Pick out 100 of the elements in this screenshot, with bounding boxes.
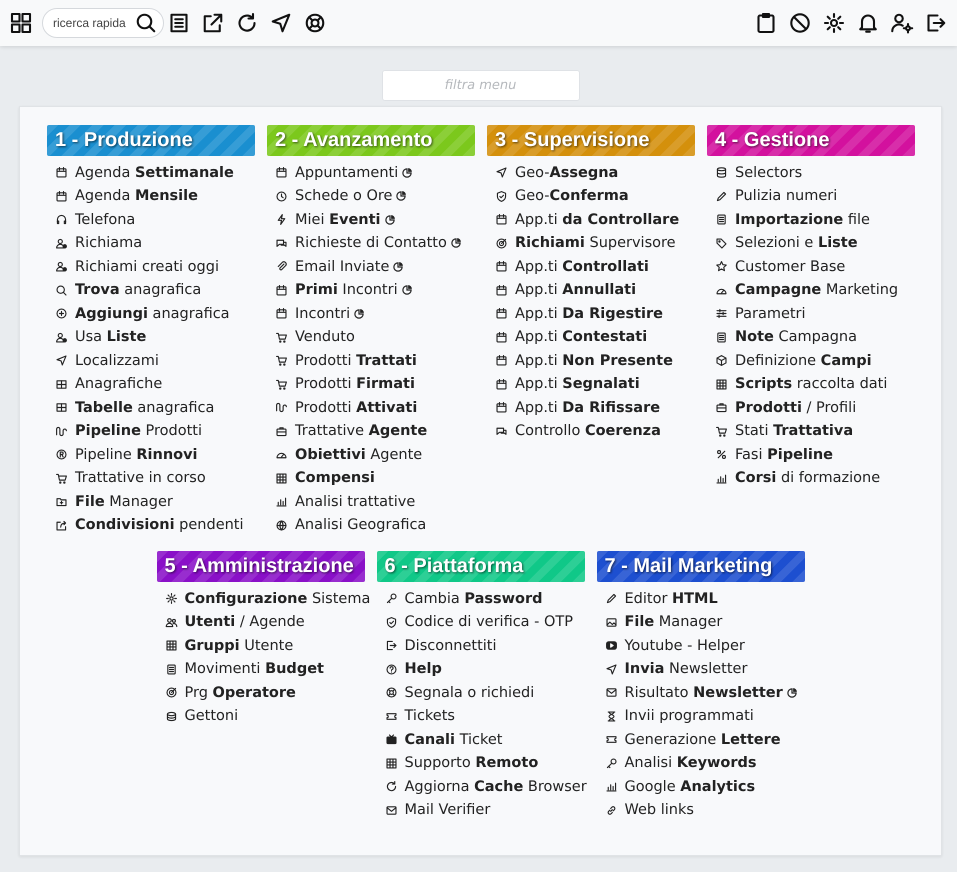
- menu-item[interactable]: Pipeline Prodotti: [75, 423, 202, 440]
- menu-item[interactable]: Agenda Settimanale: [75, 164, 234, 181]
- calendar-icon[interactable]: [495, 213, 508, 226]
- plus-circle-icon[interactable]: [55, 307, 68, 320]
- navigation-arrow-icon[interactable]: [604, 662, 618, 676]
- menu-item[interactable]: Email Inviate: [295, 258, 390, 275]
- menu-item[interactable]: Parametri: [735, 306, 806, 322]
- menu-item[interactable]: Trova anagrafica: [75, 282, 202, 298]
- menu-item[interactable]: Customer Base: [735, 258, 846, 275]
- menu-item[interactable]: Mail Verifier: [404, 802, 490, 818]
- calendar-icon[interactable]: [495, 307, 508, 320]
- cart-icon[interactable]: [275, 378, 288, 391]
- tv-icon[interactable]: [384, 733, 398, 746]
- menu-item[interactable]: Fasi Pipeline: [735, 446, 834, 463]
- calendar-icon[interactable]: [55, 190, 68, 203]
- cart-icon[interactable]: [715, 424, 728, 438]
- key-icon[interactable]: [384, 592, 398, 606]
- menu-item[interactable]: Richiami creati oggi: [75, 258, 219, 275]
- briefcase-icon[interactable]: [275, 424, 288, 438]
- bar-chart-icon[interactable]: [604, 780, 618, 794]
- menu-item[interactable]: Prg Operatore: [184, 684, 296, 701]
- play-icon[interactable]: [604, 639, 618, 652]
- filter-field[interactable]: filtra menu: [382, 70, 580, 101]
- menu-item[interactable]: Primi Incontri: [295, 282, 398, 298]
- cart-icon[interactable]: [275, 330, 288, 344]
- headset-icon[interactable]: [55, 213, 68, 226]
- menu-item[interactable]: Web links: [624, 802, 694, 818]
- calendar-icon[interactable]: [55, 166, 68, 180]
- pencil-icon[interactable]: [604, 592, 618, 606]
- menu-item[interactable]: Selezioni e Liste: [735, 235, 858, 252]
- prohibited-icon[interactable]: [788, 11, 812, 35]
- squiggle-icon[interactable]: [275, 401, 288, 414]
- refresh-icon[interactable]: [384, 780, 398, 794]
- calendar-icon[interactable]: [275, 307, 288, 320]
- grid-icon[interactable]: [164, 639, 178, 652]
- menu-item[interactable]: Invii programmati: [624, 708, 754, 724]
- share-icon[interactable]: [55, 518, 68, 532]
- menu-item[interactable]: Incontri: [295, 306, 350, 322]
- cube-icon[interactable]: [715, 354, 728, 368]
- calendar-icon[interactable]: [495, 401, 508, 414]
- globe-icon[interactable]: [275, 518, 288, 532]
- menu-item[interactable]: Help: [404, 661, 442, 678]
- navigation-arrow-icon[interactable]: [55, 354, 68, 368]
- menu-item[interactable]: Prodotti Firmati: [295, 376, 415, 392]
- document-icon[interactable]: [164, 662, 178, 676]
- menu-item[interactable]: Importazione file: [735, 212, 870, 228]
- navigation-arrow-icon[interactable]: [495, 166, 508, 180]
- grid-icon[interactable]: [715, 378, 728, 391]
- menu-item[interactable]: Risultato Newsletter: [624, 684, 783, 701]
- calendar-icon[interactable]: [275, 166, 288, 180]
- percent-icon[interactable]: [715, 448, 728, 462]
- menu-item[interactable]: Gruppi Utente: [184, 638, 294, 654]
- menu-item[interactable]: App.ti Da Rigestire: [515, 306, 664, 322]
- search-field[interactable]: ricerca rapida: [42, 8, 164, 38]
- menu-item[interactable]: App.ti da Controllare: [515, 212, 680, 228]
- menu-item[interactable]: Analisi trattative: [295, 494, 416, 510]
- grid-icon[interactable]: [384, 756, 398, 770]
- menu-item[interactable]: Google Analytics: [624, 778, 756, 795]
- menu-item[interactable]: Editor HTML: [624, 590, 718, 607]
- calendar-icon[interactable]: [495, 378, 508, 391]
- lightning-icon[interactable]: [275, 213, 288, 226]
- menu-item[interactable]: Codice di verifica - OTP: [404, 614, 574, 630]
- cart-icon[interactable]: [275, 354, 288, 368]
- menu-item[interactable]: Movimenti Budget: [184, 661, 324, 678]
- user-icon[interactable]: [55, 330, 68, 344]
- menu-item[interactable]: Agenda Mensile: [75, 188, 198, 204]
- menu-item[interactable]: Tabelle anagrafica: [75, 400, 214, 416]
- target-icon[interactable]: [164, 686, 178, 700]
- menu-item[interactable]: Trattative Agente: [295, 423, 428, 440]
- menu-item[interactable]: Localizzami: [75, 352, 159, 369]
- sliders-icon[interactable]: [715, 307, 728, 320]
- menu-item[interactable]: Supporto Remoto: [404, 755, 538, 772]
- document-icon[interactable]: [715, 330, 728, 344]
- menu-item[interactable]: Richiama: [75, 235, 142, 252]
- help-icon[interactable]: [384, 662, 398, 676]
- menu-item[interactable]: Youtube - Helper: [624, 638, 745, 654]
- users-icon[interactable]: [164, 616, 178, 629]
- menu-item[interactable]: Aggiorna Cache Browser: [404, 778, 587, 795]
- menu-item[interactable]: Usa Liste: [75, 329, 146, 346]
- menu-item[interactable]: Segnala o richiedi: [404, 684, 534, 701]
- menu-item[interactable]: Geo-Conferma: [515, 188, 629, 204]
- menu-item[interactable]: Prodotti Trattati: [295, 352, 417, 369]
- menu-item[interactable]: Anagrafiche: [75, 376, 162, 392]
- envelope-icon[interactable]: [384, 804, 398, 817]
- menu-item[interactable]: Analisi Geografica: [295, 517, 426, 534]
- menu-item[interactable]: Canali Ticket: [404, 732, 502, 748]
- database-icon[interactable]: [715, 166, 728, 180]
- calendar-icon[interactable]: [495, 260, 508, 274]
- menu-item[interactable]: Miei Eventi: [295, 212, 381, 228]
- shield-icon[interactable]: [384, 616, 398, 629]
- registered-icon[interactable]: [55, 448, 68, 462]
- pencil-icon[interactable]: [715, 190, 728, 203]
- menu-item[interactable]: App.ti Contestati: [515, 329, 648, 346]
- user-gear-icon[interactable]: [890, 11, 914, 35]
- chat-icon[interactable]: [495, 424, 508, 438]
- menu-item[interactable]: App.ti Controllati: [515, 258, 649, 275]
- navigation-arrow-icon[interactable]: [269, 11, 293, 35]
- menu-item[interactable]: Pulizia numeri: [735, 188, 838, 204]
- apps-grid-icon[interactable]: [9, 11, 33, 35]
- bar-chart-icon[interactable]: [715, 472, 728, 485]
